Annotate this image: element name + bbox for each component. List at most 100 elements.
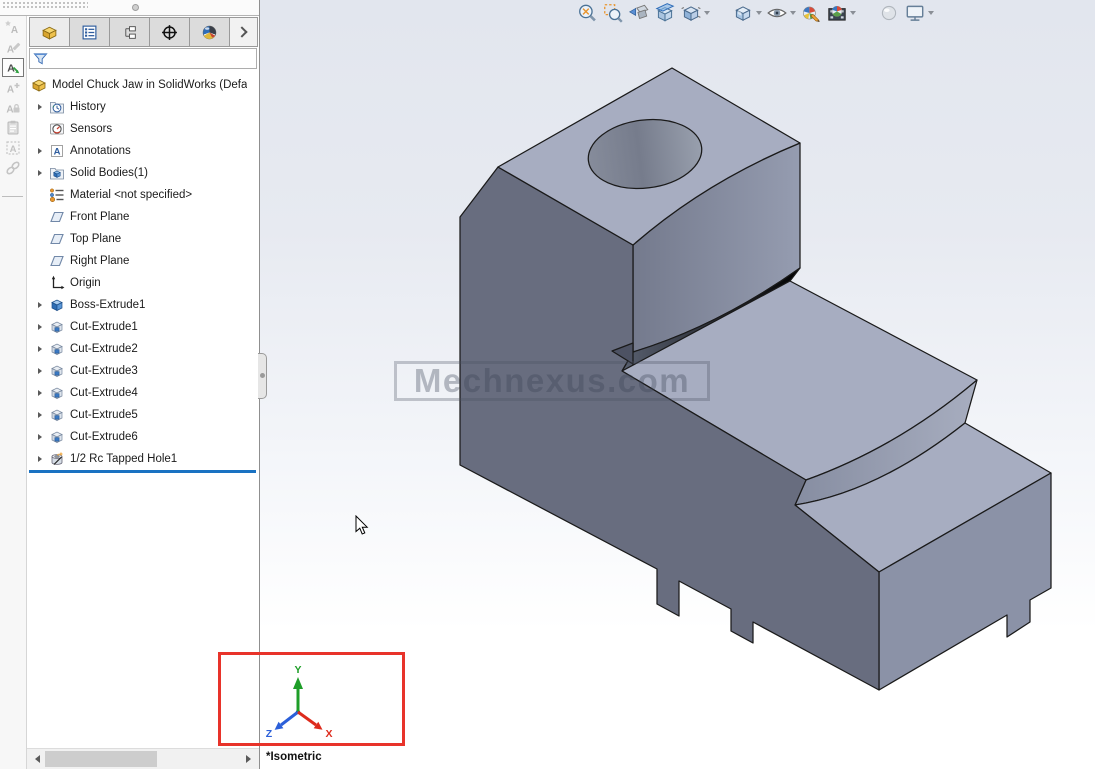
tree-item-label: Annotations xyxy=(70,145,131,157)
svg-text:A: A xyxy=(7,44,14,55)
a-lock-icon[interactable]: A xyxy=(2,98,24,117)
expand-arrow-icon[interactable] xyxy=(38,302,42,308)
featuremanager-design-tree: Model Chuck Jaw in SolidWorks (Defa Hist… xyxy=(27,70,258,748)
svg-text:A: A xyxy=(6,104,13,115)
tree-item-tapped-hole[interactable]: 1/2 Rc Tapped Hole1 xyxy=(27,448,258,470)
tree-item-label: History xyxy=(70,101,106,113)
a-arrow-icon[interactable]: A xyxy=(2,58,24,77)
expand-arrow-placeholder xyxy=(38,192,42,198)
material-icon xyxy=(49,187,65,203)
tab-displaymanager[interactable] xyxy=(190,18,230,46)
expand-arrow-icon[interactable] xyxy=(38,456,42,462)
a-marquee-icon[interactable]: A xyxy=(2,138,24,157)
clipboard-icon[interactable] xyxy=(2,118,24,137)
tree-item-label: Cut-Extrude2 xyxy=(70,343,138,355)
tree-item-cut-extrude3[interactable]: Cut-Extrude3 xyxy=(27,360,258,382)
boss-extrude-icon xyxy=(49,297,65,313)
tab-propertymanager[interactable] xyxy=(70,18,110,46)
panel-splitter-handle-top[interactable] xyxy=(132,4,139,11)
expand-arrow-icon[interactable] xyxy=(38,170,42,176)
toolbar-grip-dots xyxy=(2,1,88,9)
expand-arrow-icon[interactable] xyxy=(38,434,42,440)
expand-arrow-icon[interactable] xyxy=(38,148,42,154)
cut-extrude-icon xyxy=(49,341,65,357)
scroll-left-icon xyxy=(35,755,40,763)
tree-item-cut-extrude2[interactable]: Cut-Extrude2 xyxy=(27,338,258,360)
tab-featuremanager[interactable] xyxy=(30,18,70,46)
left-vertical-toolbar: A A A A A A xyxy=(0,16,27,769)
tab-configurationmanager[interactable] xyxy=(110,18,150,46)
tree-item-right-plane[interactable]: Right Plane xyxy=(27,250,258,272)
chevron-right-icon xyxy=(236,26,247,37)
tree-item-label: Cut-Extrude5 xyxy=(70,409,138,421)
origin-axes-icon xyxy=(49,275,65,291)
tree-item-label: Top Plane xyxy=(70,233,121,245)
tree-item-history[interactable]: History xyxy=(27,96,258,118)
tree-item-label: Cut-Extrude3 xyxy=(70,365,138,377)
cut-extrude-icon xyxy=(49,363,65,379)
annotations-icon xyxy=(49,143,65,159)
tree-horizontal-scrollbar[interactable] xyxy=(27,748,259,769)
expand-arrow-icon[interactable] xyxy=(38,412,42,418)
scroll-left-button[interactable] xyxy=(29,751,45,767)
tree-item-label: Sensors xyxy=(70,123,112,135)
annotation-highlight-box xyxy=(218,652,405,746)
chain-link-icon[interactable] xyxy=(2,158,24,177)
tree-filter-input[interactable] xyxy=(29,48,257,69)
tree-item-cut-extrude5[interactable]: Cut-Extrude5 xyxy=(27,404,258,426)
tree-item-material[interactable]: Material <not specified> xyxy=(27,184,258,206)
rollback-bar[interactable] xyxy=(29,470,256,473)
tree-item-top-plane[interactable]: Top Plane xyxy=(27,228,258,250)
tree-root-part[interactable]: Model Chuck Jaw in SolidWorks (Defa xyxy=(27,74,258,96)
expand-arrow-icon[interactable] xyxy=(38,324,42,330)
tree-item-solid-bodies[interactable]: Solid Bodies(1) xyxy=(27,162,258,184)
a-pencil-icon[interactable]: A xyxy=(2,38,24,57)
tree-item-label: Cut-Extrude4 xyxy=(70,387,138,399)
tree-item-boss-extrude1[interactable]: Boss-Extrude1 xyxy=(27,294,258,316)
tree-item-cut-extrude4[interactable]: Cut-Extrude4 xyxy=(27,382,258,404)
scroll-right-button[interactable] xyxy=(240,751,256,767)
filter-funnel-icon xyxy=(33,51,48,66)
a-plus-icon[interactable]: A xyxy=(2,78,24,97)
tree-item-label: Material <not specified> xyxy=(70,189,192,201)
view-orientation-label: *Isometric xyxy=(266,751,322,763)
feature-panel-tabbar xyxy=(29,17,258,47)
more-tabs-button[interactable] xyxy=(230,18,257,46)
expand-arrow-icon[interactable] xyxy=(38,390,42,396)
a-star-icon[interactable]: A xyxy=(2,18,24,37)
plane-icon xyxy=(49,209,65,225)
toolbar-divider xyxy=(2,196,23,197)
expand-arrow-icon[interactable] xyxy=(38,368,42,374)
expand-arrow-placeholder xyxy=(38,236,42,242)
expand-arrow-icon[interactable] xyxy=(38,346,42,352)
sensors-gauge-icon xyxy=(49,121,65,137)
tree-item-label: 1/2 Rc Tapped Hole1 xyxy=(70,453,177,465)
svg-text:A: A xyxy=(11,25,18,36)
tree-item-label: Cut-Extrude1 xyxy=(70,321,138,333)
tab-dimxpertmanager[interactable] xyxy=(150,18,190,46)
cut-extrude-icon xyxy=(49,319,65,335)
tree-item-label: Boss-Extrude1 xyxy=(70,299,145,311)
expand-arrow-placeholder xyxy=(38,258,42,264)
mouse-cursor xyxy=(355,515,371,537)
expand-arrow-icon[interactable] xyxy=(38,104,42,110)
tree-item-annotations[interactable]: Annotations xyxy=(27,140,258,162)
tree-item-label: Origin xyxy=(70,277,101,289)
tree-item-sensors[interactable]: Sensors xyxy=(27,118,258,140)
expand-arrow-placeholder xyxy=(38,280,42,286)
svg-text:A: A xyxy=(7,84,14,95)
tree-item-origin[interactable]: Origin xyxy=(27,272,258,294)
tree-item-label: Cut-Extrude6 xyxy=(70,431,138,443)
plane-icon xyxy=(49,253,65,269)
tree-item-cut-extrude1[interactable]: Cut-Extrude1 xyxy=(27,316,258,338)
history-folder-icon xyxy=(49,99,65,115)
cut-extrude-icon xyxy=(49,407,65,423)
tree-item-cut-extrude6[interactable]: Cut-Extrude6 xyxy=(27,426,258,448)
tree-item-label: Solid Bodies(1) xyxy=(70,167,148,179)
scrollbar-thumb[interactable] xyxy=(45,751,157,767)
tree-item-front-plane[interactable]: Front Plane xyxy=(27,206,258,228)
svg-text:A: A xyxy=(10,144,17,155)
cut-extrude-icon xyxy=(49,385,65,401)
expand-arrow-placeholder xyxy=(38,126,42,132)
scroll-right-icon xyxy=(246,755,251,763)
